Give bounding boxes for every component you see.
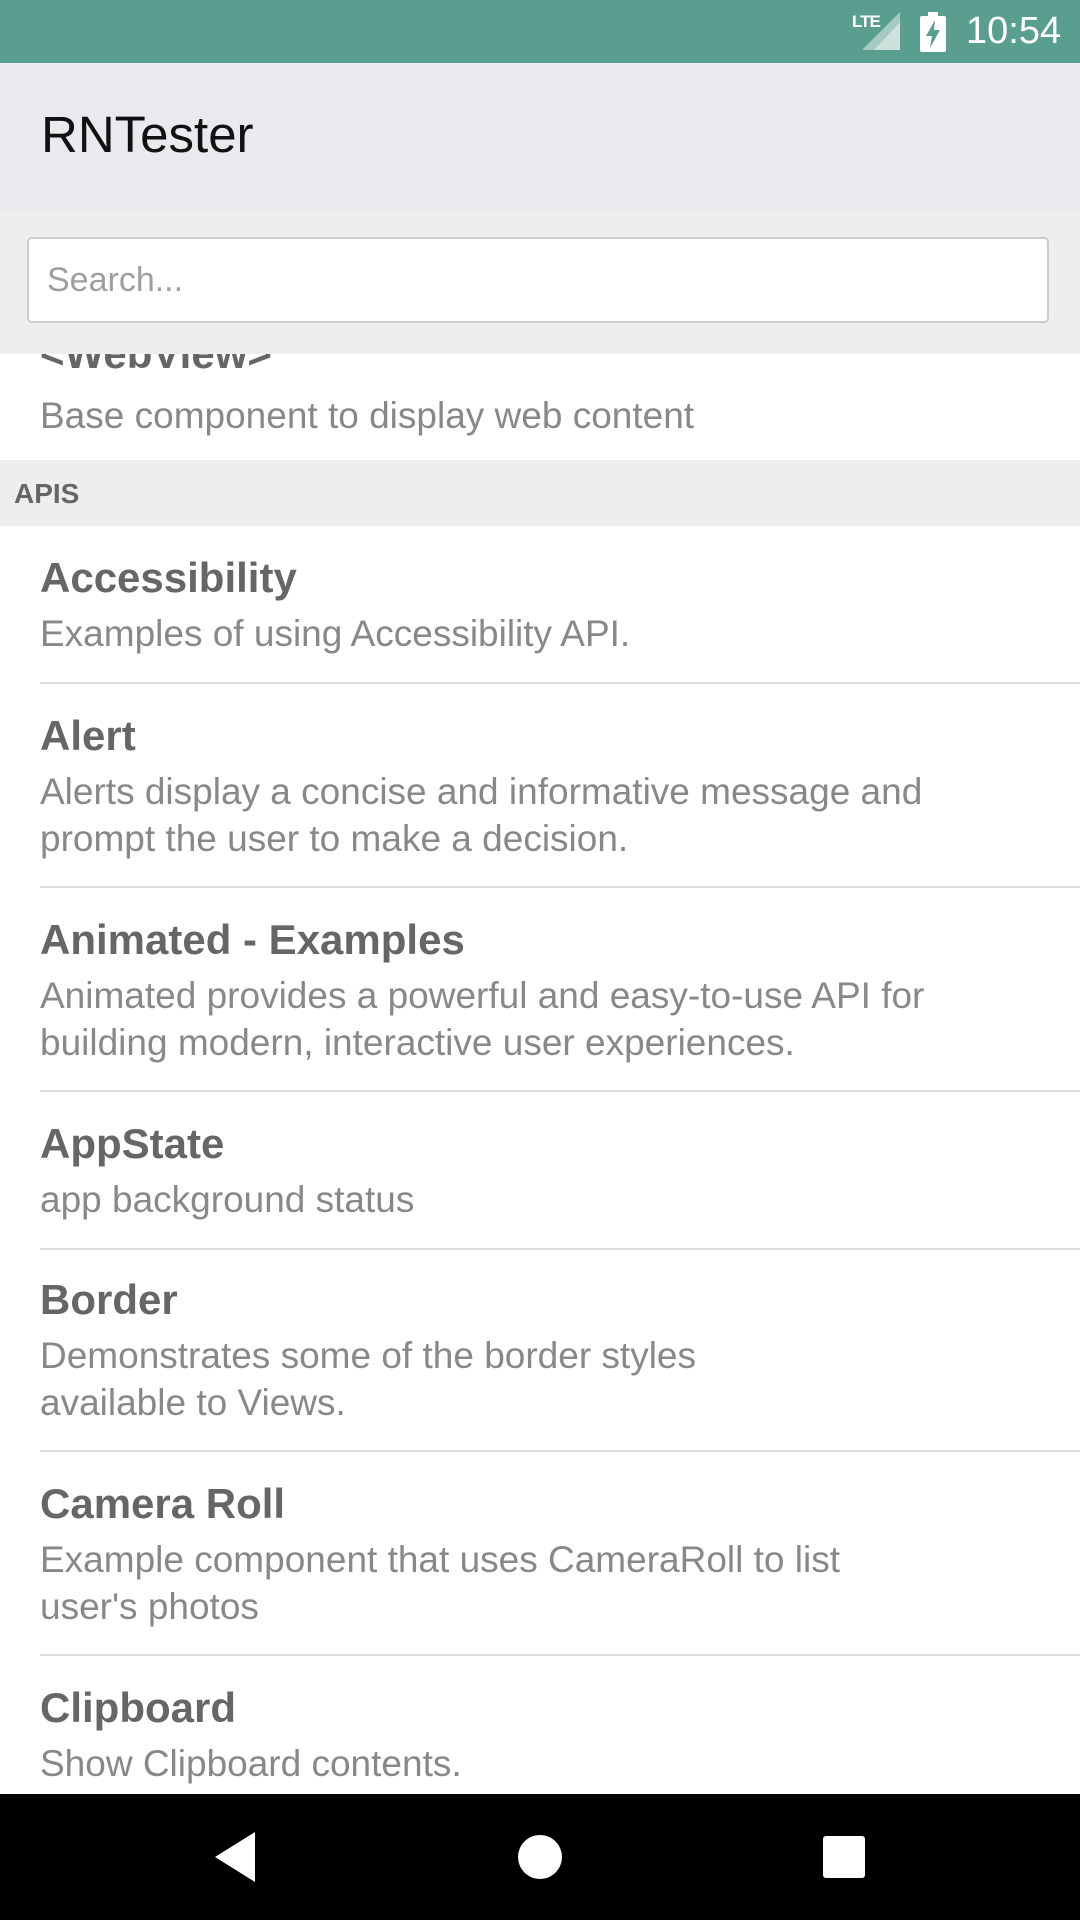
system-nav-bar [0, 1794, 1080, 1920]
list-item-appstate[interactable]: AppState app background status [0, 1092, 1080, 1250]
example-list[interactable]: <WebView> Base component to display web … [0, 354, 1080, 1794]
list-item-description: Base component to display web content [40, 395, 695, 436]
list-item-title: Alert [40, 712, 136, 759]
list-item-description: Examples of using Accessibility API. [40, 613, 631, 654]
list-item-border[interactable]: Border Demonstrates some of the border s… [0, 1248, 1080, 1452]
list-item-animated-examples[interactable]: Animated - Examples Animated provides a … [0, 888, 1080, 1092]
list-item-description: Demonstrates some of the border styles a… [40, 1335, 697, 1423]
network-type-label: LTE [852, 12, 881, 31]
list-item-description: Alerts display a concise and informative… [40, 771, 923, 859]
list-item-accessibility[interactable]: Accessibility Examples of using Accessib… [0, 526, 1080, 686]
list-item-title: Accessibility [40, 554, 297, 601]
list-item-webview[interactable]: <WebView> Base component to display web … [0, 354, 1080, 460]
app-title: RNTester [41, 106, 254, 163]
search-input[interactable] [27, 237, 1049, 323]
list-item-clipboard[interactable]: Clipboard Show Clipboard contents. [0, 1656, 1080, 1794]
back-triangle-icon[interactable] [203, 1824, 269, 1890]
list-item-title: <WebView> [40, 354, 272, 378]
list-item-title: Border [40, 1276, 178, 1323]
list-item-title: AppState [40, 1120, 225, 1167]
list-item-title: Camera Roll [40, 1480, 286, 1527]
list-item-description: Animated provides a powerful and easy-to… [40, 975, 925, 1063]
section-header-label: APIS [14, 478, 80, 509]
battery-charging-icon [920, 12, 946, 52]
search-container [0, 210, 1080, 354]
list-item-camera-roll[interactable]: Camera Roll Example component that uses … [0, 1452, 1080, 1656]
list-item-description: Example component that uses CameraRoll t… [40, 1539, 840, 1627]
list-item-description: app background status [40, 1179, 415, 1220]
status-time: 10:54 [966, 10, 1062, 52]
recents-square-icon[interactable] [811, 1824, 877, 1890]
status-bar: LTE 10:54 [0, 0, 1080, 63]
list-item-title: Clipboard [40, 1684, 236, 1731]
list-item-description: Show Clipboard contents. [40, 1743, 462, 1784]
app-toolbar: RNTester [0, 63, 1080, 210]
list-item-alert[interactable]: Alert Alerts display a concise and infor… [0, 684, 1080, 888]
home-circle-icon[interactable] [507, 1824, 573, 1890]
section-header-apis: APIS [0, 460, 1080, 526]
list-item-title: Animated - Examples [40, 916, 465, 963]
